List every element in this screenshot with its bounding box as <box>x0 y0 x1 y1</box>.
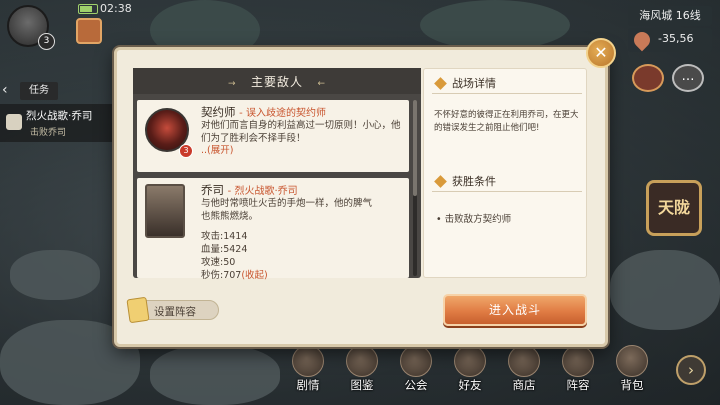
enemy-tag: - 烈火战歌·乔司 <box>227 186 298 197</box>
guild-icon <box>400 345 432 377</box>
skyfall-event-button[interactable]: 天陇 <box>646 180 702 236</box>
friends-icon <box>454 345 486 377</box>
formation-scroll-icon <box>126 296 150 324</box>
battle-info-dialog: → 主要敌人 ← 3 契约师 - 误入歧途的契约师 对他们而言自身的利益高过一切… <box>114 47 608 347</box>
stat-attack: 攻击:1414 <box>201 231 248 242</box>
player-level-badge: 3 <box>38 33 55 50</box>
map-pin-icon <box>630 28 654 52</box>
background-rock <box>610 250 720 330</box>
collapse-arrow-icon[interactable]: ‹ <box>2 82 18 100</box>
bottom-navigation: 剧情 图鉴 公会 好友 商店 阵容 背包 <box>282 345 682 403</box>
nav-label: 公会 <box>404 378 428 392</box>
enemy-name: 契约师 <box>201 105 236 119</box>
codex-icon <box>346 345 378 377</box>
nav-codex[interactable]: 图鉴 <box>336 345 388 403</box>
nav-more-button[interactable]: › <box>676 355 706 385</box>
set-formation-button[interactable]: 设置阵容 <box>126 296 219 324</box>
nav-label: 图鉴 <box>350 378 374 392</box>
enemy-tag: - 误入歧途的契约师 <box>239 108 326 119</box>
enemy-portrait <box>145 184 185 238</box>
map-coordinates[interactable]: -35,56 <box>628 28 712 52</box>
close-icon[interactable]: ✕ <box>586 38 616 68</box>
background-tree <box>420 0 570 50</box>
coords-text: -35,56 <box>658 32 694 45</box>
enemy-card[interactable]: 乔司 - 烈火战歌·乔司 与他时常喷吐火舌的手炮一样，他的脾气也熊熊燃烧。 攻击… <box>137 178 409 281</box>
nav-label: 好友 <box>458 378 482 392</box>
nav-label: 商店 <box>512 378 536 392</box>
scroll-thumb[interactable] <box>413 100 417 196</box>
stat-hp: 血量:5424 <box>201 244 248 255</box>
background-rock <box>10 250 100 300</box>
enemies-title: 主要敌人 <box>250 75 303 89</box>
nav-friends[interactable]: 好友 <box>444 345 496 403</box>
enter-battle-button[interactable]: 进入战斗 <box>443 294 587 326</box>
server-line-label[interactable]: 海风城 16线 <box>628 6 712 26</box>
nav-label: 剧情 <box>296 378 320 392</box>
task-title: 烈火战歌·乔司 <box>26 110 93 122</box>
nav-label: 背包 <box>620 378 644 392</box>
nav-guild[interactable]: 公会 <box>390 345 442 403</box>
victory-condition-item: • 击败敌方契约师 <box>436 214 512 225</box>
diamond-icon <box>434 175 447 188</box>
enemy-name: 乔司 <box>201 183 224 197</box>
divider <box>432 93 582 94</box>
gift-box-icon[interactable] <box>76 18 102 44</box>
enemies-header: → 主要敌人 ← <box>133 68 421 94</box>
clock-time: 02:38 <box>100 2 132 15</box>
diamond-icon <box>434 77 447 90</box>
nav-bag[interactable]: 背包 <box>606 345 658 403</box>
background-rock <box>150 345 280 405</box>
story-icon <box>292 345 324 377</box>
battle-details-title: 战场详情 <box>452 77 496 90</box>
formation-icon <box>562 345 594 377</box>
task-objective: 击败乔司 <box>30 128 67 138</box>
nav-formation[interactable]: 阵容 <box>552 345 604 403</box>
enemies-scrollbar[interactable] <box>413 100 417 276</box>
chat-icon[interactable]: … <box>672 64 704 92</box>
shop-icon <box>508 345 540 377</box>
nav-label: 阵容 <box>566 378 590 392</box>
set-formation-label: 设置阵容 <box>154 306 196 318</box>
collapse-link[interactable]: (收起) <box>241 270 267 281</box>
victory-conditions-title: 获胜条件 <box>452 175 496 188</box>
enemy-description: 与他时常喷吐火舌的手炮一样，他的脾气也熊熊燃烧。 <box>201 198 373 222</box>
header-deco-right: ← <box>317 79 326 89</box>
mail-icon[interactable] <box>632 64 664 92</box>
main-enemies-panel: → 主要敌人 ← 3 契约师 - 误入歧途的契约师 对他们而言自身的利益高过一切… <box>133 68 421 281</box>
battle-details-text: 不怀好意的彼得正在利用乔司，在更大 的错误发生之前阻止他们吧! <box>434 110 579 133</box>
task-tab[interactable]: 任务 <box>20 82 58 100</box>
task-entry[interactable]: 烈火战歌·乔司 击败乔司 <box>0 104 120 142</box>
quest-scroll-icon <box>6 114 22 130</box>
enemy-card[interactable]: 3 契约师 - 误入歧途的契约师 对他们而言自身的利益高过一切原则！小心，他们为… <box>137 100 409 172</box>
stat-attack-speed: 攻速:50 <box>201 257 236 268</box>
battery-icon <box>78 4 98 14</box>
enemy-description: 对他们而言自身的利益高过一切原则！小心，他们为了胜利会不择手段！ <box>201 120 401 144</box>
battle-details-panel: 战场详情 不怀好意的彼得正在利用乔司，在更大 的错误发生之前阻止他们吧! 获胜条… <box>423 68 587 278</box>
header-deco-left: → <box>227 79 237 89</box>
expand-link[interactable]: ..(展开) <box>201 145 233 156</box>
stat-dps: 秒伤:707 <box>201 270 242 281</box>
enemy-level-badge: 3 <box>179 144 193 158</box>
nav-story[interactable]: 剧情 <box>282 345 334 403</box>
bag-icon <box>616 345 648 377</box>
nav-shop[interactable]: 商店 <box>498 345 550 403</box>
divider <box>432 191 582 192</box>
